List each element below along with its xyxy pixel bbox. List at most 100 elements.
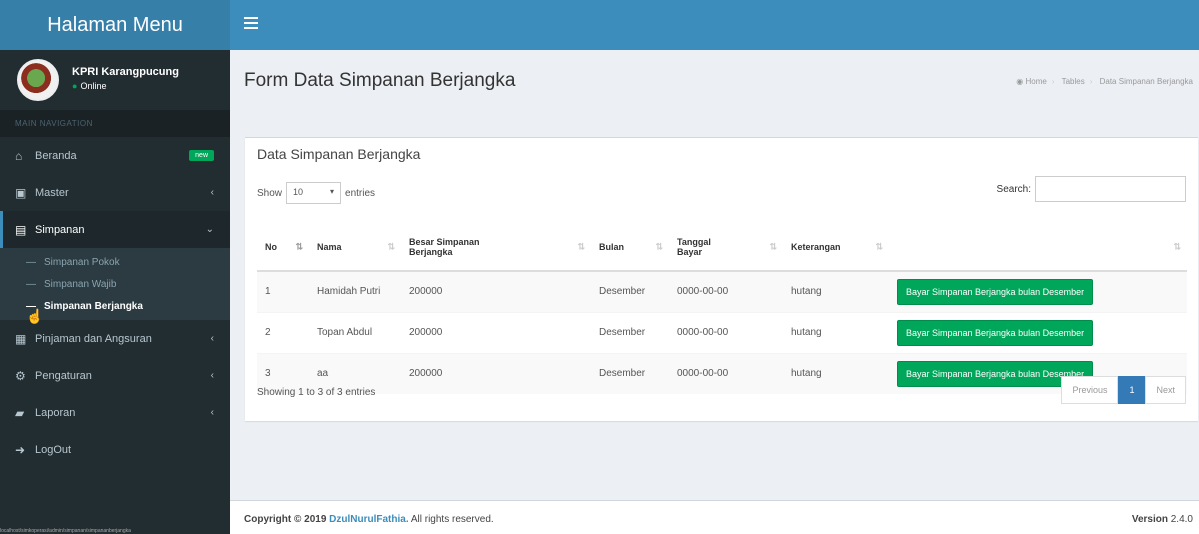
submenu-item-label: Simpanan Berjangka: [44, 300, 143, 312]
rights-text: All rights reserved.: [410, 514, 494, 525]
sort-icon: ⇅: [875, 241, 883, 252]
cell-keterangan: hutang: [783, 352, 889, 394]
column-header-tanggal[interactable]: Tanggal Bayar ⇅: [669, 224, 783, 272]
search-filter: Search:: [997, 176, 1186, 202]
cell-keterangan: hutang: [783, 270, 889, 312]
column-header-label: Besar Simpanan Berjangka: [409, 237, 480, 257]
submenu-item-simpanan-wajib[interactable]: — Simpanan Wajib: [0, 273, 230, 295]
column-header-no[interactable]: No ⇅: [257, 224, 309, 272]
next-page-button[interactable]: Next: [1145, 376, 1186, 404]
sidebar-item-beranda[interactable]: ⌂ Beranda new: [0, 137, 230, 174]
column-header-label: Bulan: [599, 242, 625, 252]
sidebar-item-simpanan[interactable]: ▤ Simpanan ⌄: [0, 211, 230, 248]
search-input[interactable]: [1035, 176, 1186, 202]
column-header-label: No: [265, 242, 277, 252]
chevron-down-icon: ▾: [330, 187, 335, 196]
chevron-left-icon: ‹: [210, 187, 214, 198]
pay-button[interactable]: Bayar Simpanan Berjangka bulan Desember: [897, 278, 1094, 305]
cell-bulan: Desember: [591, 352, 669, 394]
table-icon: ▦: [15, 331, 27, 346]
pagination: Previous 1 Next: [1061, 376, 1186, 404]
new-badge: new: [189, 150, 214, 161]
column-header-label: Keterangan: [791, 242, 841, 252]
breadcrumb-tables[interactable]: Tables: [1062, 77, 1085, 86]
author-link[interactable]: DzulNurulFathia.: [329, 514, 408, 525]
home-icon: ⌂: [15, 148, 23, 163]
sort-icon: ⇅: [769, 241, 777, 252]
table-header-row: No ⇅ Nama ⇅ Besar Simpanan Berjangka ⇅ Bula…: [257, 224, 1187, 272]
table-row: 2 Topan Abdul 200000 Desember 0000-00-00…: [257, 311, 1187, 353]
laptop-icon: ▣: [15, 185, 27, 200]
sidebar-item-label: Pinjaman dan Angsuran: [35, 332, 152, 345]
cell-tanggal: 0000-00-00: [669, 352, 783, 394]
sidebar-item-pengaturan[interactable]: ⚙ Pengaturan ‹: [0, 357, 230, 394]
submenu-item-label: Simpanan Pokok: [44, 256, 120, 268]
column-header-label: Nama: [317, 242, 342, 252]
sidebar-item-label: Beranda: [35, 149, 77, 162]
cell-besar: 200000: [401, 311, 591, 353]
entries-length: Show 10 ▾ entries: [257, 182, 375, 204]
sidebar-item-label: LogOut: [35, 443, 72, 456]
cell-besar: 200000: [401, 352, 591, 394]
top-navbar: Halaman Menu: [0, 0, 1199, 50]
sidebar-item-laporan[interactable]: ▰ Laporan ‹: [0, 394, 230, 431]
pay-button[interactable]: Bayar Simpanan Berjangka bulan Desember: [897, 319, 1094, 346]
copyright-label: Copyright © 2019: [244, 514, 327, 525]
sidebar-item-logout[interactable]: ➜ LogOut: [0, 431, 230, 468]
cogs-icon: ⚙: [15, 368, 26, 383]
hand-cursor-icon: ☝: [26, 308, 44, 324]
table-info: Showing 1 to 3 of 3 entries: [257, 387, 376, 398]
sort-icon: ⇅: [577, 241, 585, 252]
sidebar-item-label: Simpanan: [35, 223, 85, 236]
user-status: ● Online: [72, 81, 106, 91]
table-icon: ▤: [15, 222, 27, 237]
entries-select[interactable]: 10 ▾: [286, 182, 342, 204]
cell-tanggal: 0000-00-00: [669, 270, 783, 312]
sidebar-item-master[interactable]: ▣ Master ‹: [0, 174, 230, 211]
sidebar: KPRI Karangpucung ● Online MAIN NAVIGATIO…: [0, 50, 230, 534]
hamburger-icon[interactable]: [244, 17, 258, 31]
column-header-keterangan[interactable]: Keterangan ⇅: [783, 224, 889, 272]
box-title: Data Simpanan Berjangka: [257, 146, 421, 162]
dash-icon: —: [26, 256, 36, 268]
page-title: Form Data Simpanan Berjangka: [244, 70, 516, 91]
version: Version 2.4.0: [1132, 514, 1193, 525]
cell-nama: Hamidah Putri: [309, 270, 401, 312]
version-label: Version: [1131, 514, 1168, 525]
user-name: KPRI Karangpucung: [72, 66, 179, 78]
page-1-button[interactable]: 1: [1118, 376, 1146, 404]
data-table: No ⇅ Nama ⇅ Besar Simpanan Berjangka ⇅ Bula…: [257, 224, 1187, 394]
copyright: Copyright © 2019 DzulNurulFathia. All ri…: [244, 514, 494, 525]
breadcrumb-current: Data Simpanan Berjangka: [1099, 77, 1193, 86]
cell-bulan: Desember: [591, 311, 669, 353]
search-label: Search:: [996, 183, 1031, 195]
footer: Copyright © 2019 DzulNurulFathia. All ri…: [230, 500, 1199, 534]
cell-nama: Topan Abdul: [309, 311, 401, 353]
breadcrumb-home[interactable]: Home: [1025, 77, 1046, 86]
sign-out-icon: ➜: [15, 442, 26, 457]
version-value: 2.4.0: [1170, 514, 1193, 525]
submenu-item-simpanan-pokok[interactable]: — Simpanan Pokok: [0, 251, 230, 273]
user-status-label: Online: [80, 81, 107, 91]
column-header-action[interactable]: ⇅: [889, 224, 1187, 272]
online-dot-icon: ●: [72, 81, 78, 91]
sidebar-item-label: Pengaturan: [35, 369, 92, 382]
user-panel: KPRI Karangpucung ● Online: [0, 50, 230, 110]
column-header-nama[interactable]: Nama ⇅: [309, 224, 401, 272]
sort-asc-icon: ⇅: [295, 241, 303, 252]
app-logo[interactable]: Halaman Menu: [0, 0, 230, 50]
dash-icon: —: [26, 278, 36, 290]
column-header-bulan[interactable]: Bulan ⇅: [591, 224, 669, 272]
sidebar-item-pinjaman[interactable]: ▦ Pinjaman dan Angsuran ‹: [0, 320, 230, 357]
entries-select-value: 10: [293, 187, 304, 197]
content-header: Form Data Simpanan Berjangka: [244, 70, 515, 92]
chevron-left-icon: ‹: [210, 333, 214, 344]
column-header-label: Tanggal Bayar: [677, 237, 711, 257]
cell-no: 1: [257, 270, 309, 312]
column-header-besar[interactable]: Besar Simpanan Berjangka ⇅: [401, 224, 591, 272]
entries-label: entries: [345, 187, 376, 199]
nav-header: MAIN NAVIGATION: [0, 110, 230, 137]
book-icon: ▰: [15, 405, 25, 420]
previous-page-button[interactable]: Previous: [1061, 376, 1119, 404]
show-label: Show: [257, 187, 283, 199]
